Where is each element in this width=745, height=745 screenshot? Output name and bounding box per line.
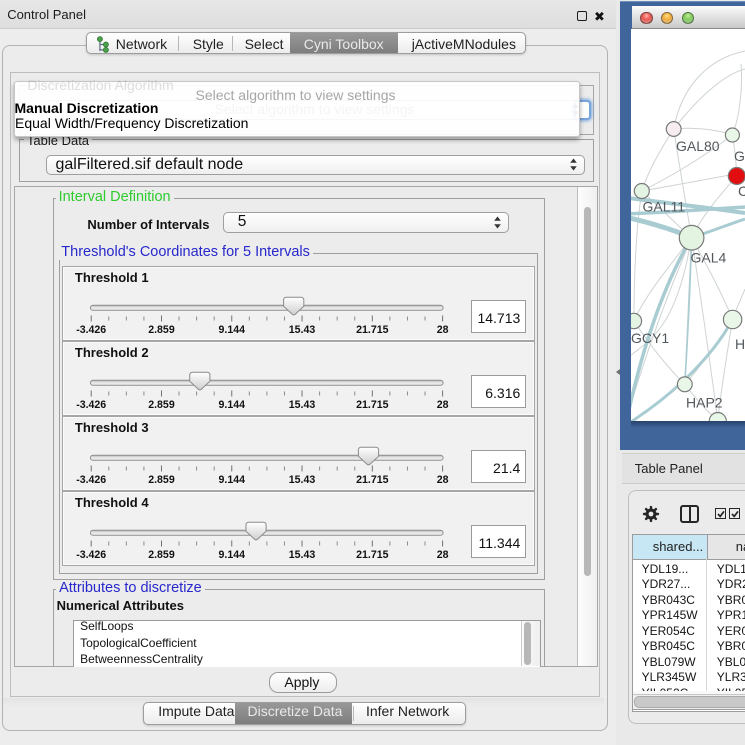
svg-text:28: 28: [437, 548, 449, 560]
svg-text:21.715: 21.715: [357, 323, 389, 335]
svg-text:H: H: [735, 336, 745, 352]
svg-text:15.43: 15.43: [289, 323, 316, 335]
svg-text:GAL80: GAL80: [676, 138, 720, 154]
svg-text:21.715: 21.715: [357, 398, 389, 410]
svg-text:15.43: 15.43: [289, 548, 316, 560]
svg-text:C: C: [738, 183, 745, 199]
svg-text:2.859: 2.859: [149, 398, 176, 410]
svg-text:HAP2: HAP2: [686, 394, 723, 410]
svg-text:15.43: 15.43: [289, 398, 316, 410]
svg-text:-3.426: -3.426: [77, 473, 107, 485]
svg-text:28: 28: [437, 323, 449, 335]
svg-text:2.859: 2.859: [149, 473, 176, 485]
svg-text:28: 28: [437, 398, 449, 410]
svg-text:9.144: 9.144: [219, 473, 246, 485]
svg-text:9.144: 9.144: [219, 323, 246, 335]
svg-text:GAL11: GAL11: [643, 198, 686, 214]
svg-text:2.859: 2.859: [149, 323, 176, 335]
svg-text:28: 28: [437, 473, 449, 485]
svg-text:9.144: 9.144: [219, 398, 246, 410]
svg-text:-3.426: -3.426: [77, 398, 107, 410]
svg-text:9.144: 9.144: [219, 548, 246, 560]
svg-text:GAL4: GAL4: [691, 249, 727, 265]
svg-text:21.715: 21.715: [357, 548, 389, 560]
svg-text:21.715: 21.715: [357, 473, 389, 485]
svg-text:-3.426: -3.426: [77, 323, 107, 335]
svg-text:GCY1: GCY1: [631, 330, 669, 346]
svg-text:2.859: 2.859: [149, 548, 176, 560]
svg-text:-3.426: -3.426: [77, 548, 107, 560]
svg-text:15.43: 15.43: [289, 473, 316, 485]
svg-text:GA: GA: [734, 148, 745, 164]
